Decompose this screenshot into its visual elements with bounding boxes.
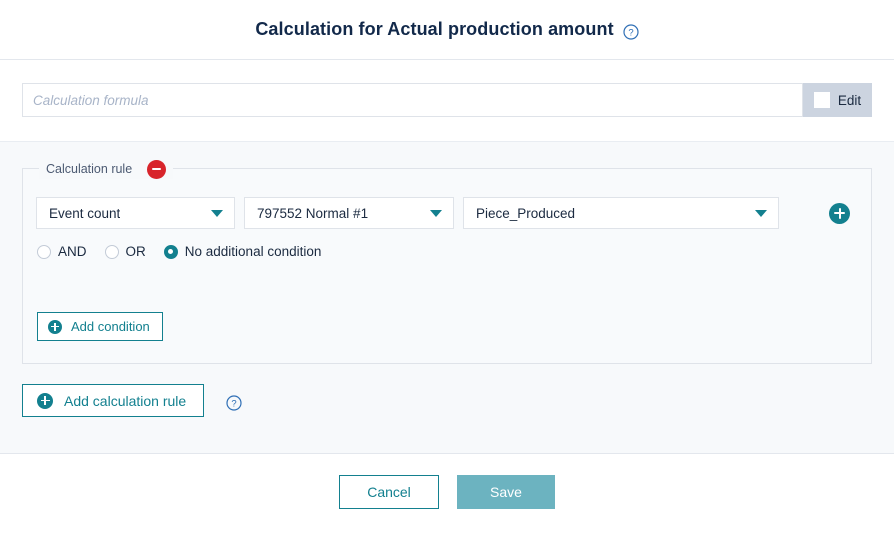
chevron-down-icon xyxy=(755,209,767,217)
dialog-header: Calculation for Actual production amount… xyxy=(0,0,894,60)
add-calculation-rule-row: Add calculation rule ? xyxy=(22,384,872,417)
page-title: Calculation for Actual production amount xyxy=(255,19,614,39)
add-rule-row-button[interactable] xyxy=(829,202,850,224)
radio-option-or-label: OR xyxy=(125,244,146,259)
plus-circle-icon xyxy=(48,319,62,334)
edit-formula-label: Edit xyxy=(837,92,862,108)
formula-row: Edit xyxy=(22,83,872,117)
edit-formula-button[interactable]: Edit xyxy=(803,83,872,117)
radio-option-or[interactable]: OR xyxy=(104,244,146,259)
help-circle-icon[interactable]: ? xyxy=(623,23,639,40)
add-condition-button[interactable]: Add condition xyxy=(37,312,163,341)
metric-select[interactable]: Piece_Produced xyxy=(463,197,779,229)
source-select-value: 797552 Normal #1 xyxy=(257,205,369,221)
radio-option-and[interactable]: AND xyxy=(37,244,87,259)
svg-text:?: ? xyxy=(628,27,633,38)
svg-text:?: ? xyxy=(232,398,237,409)
help-circle-icon[interactable]: ? xyxy=(226,394,242,411)
aggregation-select-value: Event count xyxy=(49,205,121,221)
calculation-rule-box: Calculation rule Event count 797552 Norm… xyxy=(22,159,872,364)
add-condition-label: Add condition xyxy=(71,319,150,334)
rule-selects-row: Event count 797552 Normal #1 Piece_Produ… xyxy=(36,197,851,229)
plus-circle-icon xyxy=(37,392,53,409)
dialog-footer: Cancel Save xyxy=(0,454,894,530)
radio-option-and-label: AND xyxy=(58,244,87,259)
calculation-formula-input[interactable] xyxy=(22,83,803,117)
add-calculation-rule-label: Add calculation rule xyxy=(64,392,187,409)
edit-square-icon xyxy=(813,92,830,108)
radio-option-no-additional-condition[interactable]: No additional condition xyxy=(163,244,322,259)
cancel-button[interactable]: Cancel xyxy=(339,475,439,509)
calculation-rule-legend: Calculation rule xyxy=(39,159,174,179)
calculation-rules-section: Calculation rule Event count 797552 Norm… xyxy=(0,141,894,454)
add-calculation-rule-button[interactable]: Add calculation rule xyxy=(22,384,205,417)
formula-band: Edit xyxy=(0,60,894,141)
radio-mark-icon xyxy=(104,244,119,259)
minus-circle-icon[interactable] xyxy=(147,159,167,179)
aggregation-select[interactable]: Event count xyxy=(36,197,235,229)
calculation-rule-label: Calculation rule xyxy=(46,162,133,176)
condition-radio-group: AND OR No additional condition xyxy=(36,244,851,259)
radio-mark-icon xyxy=(37,244,51,259)
source-select[interactable]: 797552 Normal #1 xyxy=(244,197,454,229)
radio-option-no-additional-condition-label: No additional condition xyxy=(184,244,322,259)
chevron-down-icon xyxy=(211,209,223,217)
save-button[interactable]: Save xyxy=(457,475,555,509)
chevron-down-icon xyxy=(430,209,442,217)
radio-mark-selected-icon xyxy=(163,244,178,259)
metric-select-value: Piece_Produced xyxy=(476,205,576,221)
